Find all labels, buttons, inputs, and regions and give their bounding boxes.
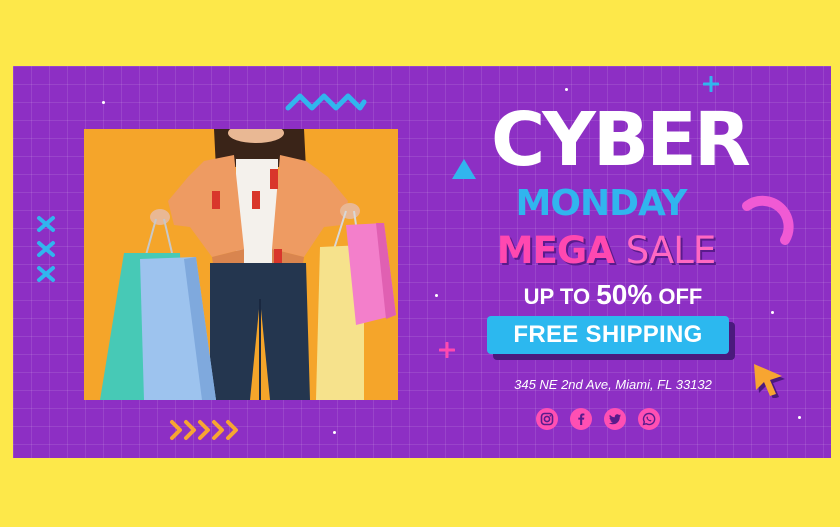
product-photo	[84, 129, 398, 400]
sale-word-sale: SALE	[625, 229, 716, 272]
sparkle-dot	[435, 294, 438, 297]
offer-percent: 50%	[596, 279, 653, 310]
free-shipping-button[interactable]: FREE SHIPPING	[487, 316, 729, 354]
social-links	[536, 408, 660, 430]
instagram-icon[interactable]	[536, 408, 558, 430]
plus-decoration	[703, 76, 719, 92]
promo-banner: CYBER MONDAY MEGA SALE UP TO 50% OFF FRE…	[13, 66, 831, 458]
x-marks-decoration	[37, 216, 55, 282]
store-address: 345 NE 2nd Ave, Miami, FL 33132	[514, 377, 712, 392]
offer-prefix: UP TO	[523, 284, 591, 309]
sparkle-dot	[333, 431, 336, 434]
sparkle-dot	[102, 101, 105, 104]
plus-decoration	[439, 342, 455, 358]
sale-word-mega: MEGA	[496, 229, 615, 272]
discount-offer: UP TO 50% OFF	[483, 280, 743, 312]
sparkle-dot	[798, 416, 801, 419]
zigzag-decoration	[285, 93, 367, 111]
sparkle-dot	[565, 88, 568, 91]
sale-title: MEGA SALE	[471, 230, 741, 272]
facebook-icon[interactable]	[570, 408, 592, 430]
woman-with-shopping-bags-illustration	[84, 129, 398, 400]
arc-decoration	[742, 195, 794, 245]
twitter-icon[interactable]	[604, 408, 626, 430]
chevrons-decoration	[170, 420, 238, 440]
headline: CYBER	[491, 97, 751, 183]
whatsapp-icon[interactable]	[638, 408, 660, 430]
sparkle-dot	[771, 311, 774, 314]
subheadline: MONDAY	[515, 183, 688, 224]
triangle-decoration	[452, 159, 476, 179]
offer-suffix: OFF	[658, 284, 703, 309]
cursor-arrow-icon	[754, 364, 785, 398]
